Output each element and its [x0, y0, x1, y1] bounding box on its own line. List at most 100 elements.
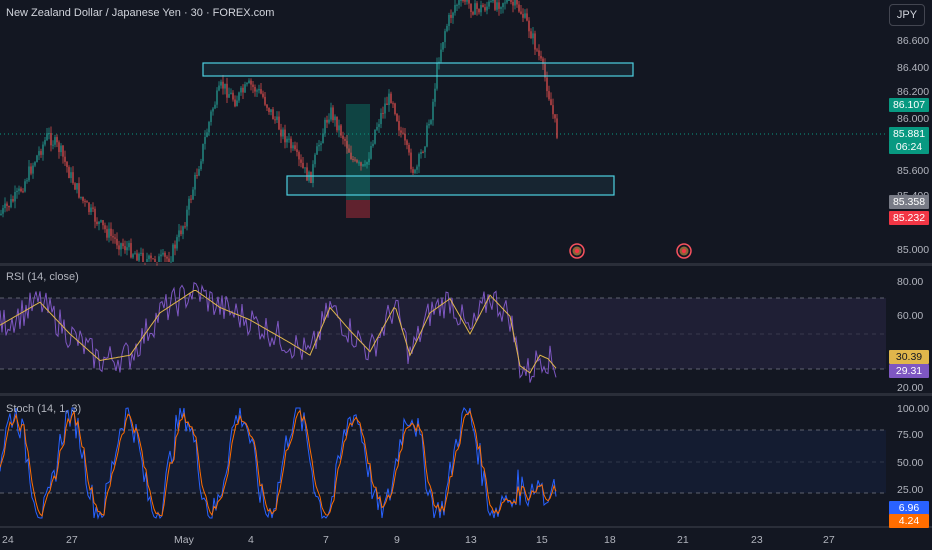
candle-body	[442, 42, 444, 50]
chart-window: 86.600 86.400 86.200 86.000 85.600 85.40…	[0, 0, 932, 550]
candle-body	[146, 259, 148, 262]
price-tag: 85.232	[889, 211, 929, 225]
candle-body	[102, 220, 104, 226]
candle-body	[156, 264, 158, 266]
candle-body	[536, 49, 538, 51]
candle-body	[88, 202, 90, 213]
candle-body	[416, 166, 418, 170]
candle-body	[366, 162, 368, 165]
candle-body	[492, 0, 494, 2]
candle-body	[148, 255, 150, 260]
candle-body	[94, 208, 96, 222]
candle-body	[244, 84, 246, 93]
candle-body	[140, 252, 142, 254]
candle-body	[514, 0, 516, 6]
time-label: 27	[823, 534, 835, 546]
candle-body	[240, 87, 242, 93]
candle-body	[268, 107, 270, 113]
support-zone[interactable]	[286, 175, 615, 196]
candle-body	[84, 200, 86, 202]
candle-body	[232, 92, 234, 100]
candle-body	[204, 137, 206, 144]
candle-body	[458, 0, 460, 5]
candle-body	[206, 132, 208, 138]
pane-separator[interactable]	[0, 263, 932, 266]
candle-body	[128, 243, 130, 248]
stoch-band	[0, 430, 886, 493]
candle-body	[264, 96, 266, 105]
candle-body	[370, 146, 372, 159]
candle-body	[344, 138, 346, 141]
candle-body	[374, 129, 376, 144]
candle-body	[180, 230, 182, 235]
candle-body	[114, 237, 116, 239]
currency-button[interactable]: JPY	[889, 4, 925, 26]
candle-body	[200, 161, 202, 170]
candle-body	[426, 125, 428, 147]
candle-body	[284, 129, 286, 143]
candle-body	[334, 116, 336, 121]
candle-body	[40, 151, 42, 155]
candle-body	[132, 254, 134, 258]
candle-body	[142, 252, 144, 262]
candle-body	[52, 144, 54, 146]
candle-body	[256, 90, 258, 92]
current-price-tag: 85.881	[889, 127, 929, 141]
candle-body	[70, 172, 72, 179]
candle-body	[476, 3, 478, 9]
candle-body	[540, 55, 542, 59]
candle-body	[202, 143, 204, 162]
event-marker-icon[interactable]	[569, 243, 585, 259]
rsi-label[interactable]: RSI (14, close)	[6, 271, 79, 283]
candle-body	[90, 207, 92, 213]
stoch-label[interactable]: Stoch (14, 1, 3)	[6, 403, 81, 415]
candle-body	[380, 112, 382, 125]
resistance-zone[interactable]	[202, 62, 634, 77]
time-label: 7	[323, 534, 329, 546]
candle-body	[354, 159, 356, 161]
candle-body	[392, 103, 394, 105]
candle-body	[190, 198, 192, 200]
candle-body	[76, 183, 78, 190]
candle-body	[38, 151, 40, 156]
candle-body	[554, 114, 556, 119]
candle-body	[30, 166, 32, 174]
pane-separator[interactable]	[0, 393, 932, 396]
candle-body	[226, 83, 228, 98]
candle-body	[464, 0, 466, 2]
candle-body	[2, 208, 4, 214]
candle-body	[320, 143, 322, 145]
candle-body	[292, 145, 294, 149]
candle-body	[46, 133, 48, 141]
candle-body	[396, 113, 398, 122]
candle-body	[500, 7, 502, 9]
candle-body	[466, 0, 468, 2]
candle-body	[162, 252, 164, 255]
candle-body	[20, 188, 22, 192]
candle-body	[352, 159, 354, 161]
candle-body	[496, 2, 498, 10]
candle-body	[488, 1, 490, 7]
event-marker-icon[interactable]	[676, 243, 692, 259]
stoch-tick: 75.00	[897, 429, 923, 441]
candle-body	[262, 93, 264, 97]
candle-body	[530, 31, 532, 39]
candle-body	[368, 158, 370, 163]
candle-body	[336, 116, 338, 131]
price-tick: 86.000	[897, 113, 929, 125]
candle-body	[112, 235, 114, 238]
candle-body	[50, 133, 52, 146]
candle-body	[330, 107, 332, 120]
candle-body	[54, 137, 56, 145]
chart-canvas[interactable]: 86.600 86.400 86.200 86.000 85.600 85.40…	[0, 0, 932, 550]
long-position-loss[interactable]	[346, 200, 370, 218]
candle-body	[86, 201, 88, 203]
candle-body	[410, 152, 412, 170]
time-axis[interactable]: 24 27 May 4 7 9 13 15 18 21 23 27	[2, 534, 835, 546]
stoch-axis[interactable]: 100.00 75.00 50.00 25.00	[897, 403, 929, 496]
candle-body	[522, 14, 524, 18]
candle-body	[290, 138, 292, 149]
candle-body	[498, 2, 500, 9]
candle-body	[120, 243, 122, 250]
candle-body	[506, 0, 508, 3]
